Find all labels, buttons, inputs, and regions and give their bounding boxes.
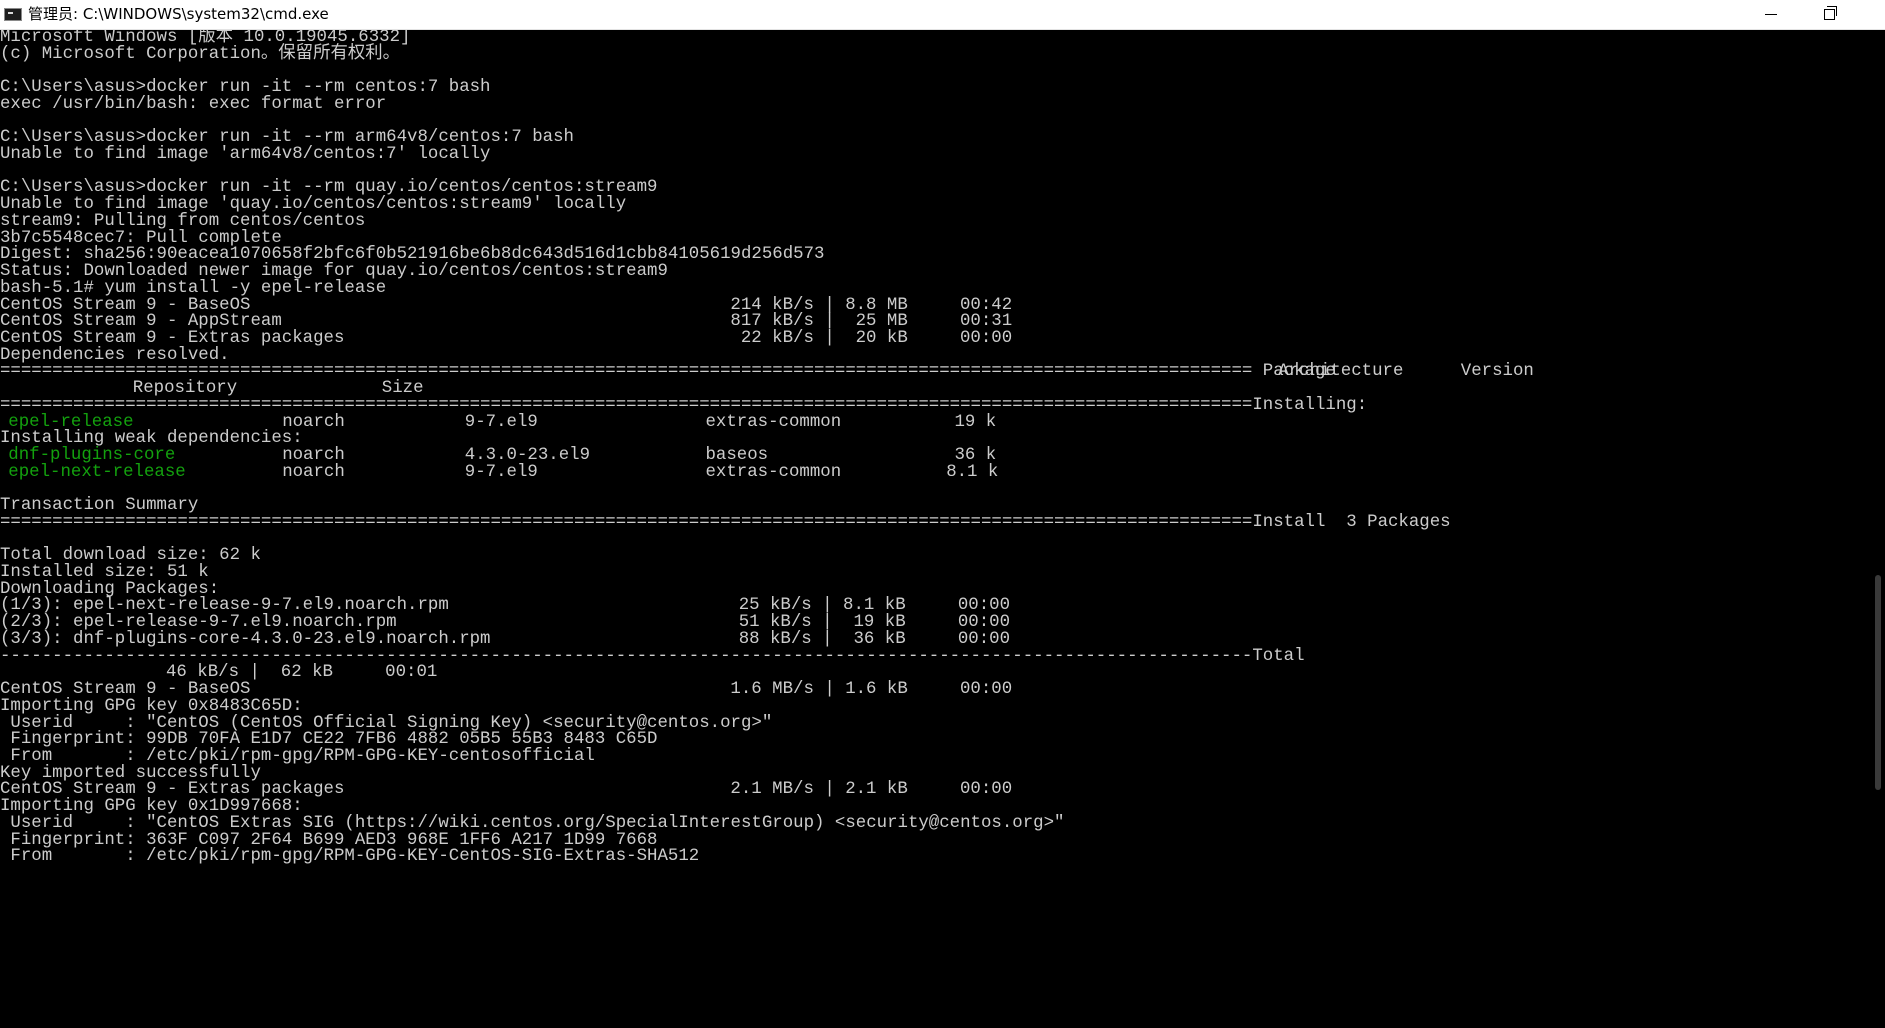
console-line: ========================================…	[0, 513, 1870, 533]
package-name: epel-next-release	[8, 462, 186, 482]
console-line: (c) Microsoft Corporation。保留所有权利。	[0, 45, 1870, 65]
minimize-icon	[1765, 14, 1777, 15]
minimize-button[interactable]	[1743, 0, 1799, 29]
console-text: ========================================…	[0, 512, 1451, 532]
console-text: 8.1 k	[946, 462, 999, 482]
console-line: From : /etc/pki/rpm-gpg/RPM-GPG-KEY-Cent…	[0, 847, 1870, 867]
console-text: extras-common	[705, 462, 842, 482]
console-text: From : /etc/pki/rpm-gpg/RPM-GPG-KEY-Cent…	[0, 847, 700, 867]
close-button[interactable]	[1857, 0, 1885, 29]
scrollbar-thumb[interactable]	[1875, 575, 1881, 790]
console-text: (c) Microsoft Corporation。保留所有权利。	[0, 44, 401, 64]
console-text: exec /usr/bin/bash: exec format error	[0, 94, 387, 114]
vertical-scrollbar[interactable]	[1870, 30, 1885, 1028]
title-bar[interactable]: 管理员: C:\WINDOWS\system32\cmd.exe	[0, 0, 1885, 30]
restore-button[interactable]	[1801, 0, 1857, 29]
console-line: epel-next-release noarch 9-7.el9 extras-com…	[0, 463, 1870, 483]
console-text: noarch	[282, 462, 345, 482]
restore-icon	[1824, 6, 1837, 20]
window-title: 管理员: C:\WINDOWS\system32\cmd.exe	[28, 5, 329, 23]
console-line: Unable to find image 'arm64v8/centos:7' …	[0, 145, 1870, 165]
console-text: Unable to find image 'arm64v8/centos:7' …	[0, 145, 491, 165]
console-output[interactable]: Microsoft Windows [版本 10.0.19045.6332] (c…	[0, 30, 1870, 1028]
console-line: exec /usr/bin/bash: exec format error	[0, 95, 1870, 115]
console-text: 9-7.el9	[464, 462, 538, 482]
cmd-icon	[4, 8, 22, 21]
